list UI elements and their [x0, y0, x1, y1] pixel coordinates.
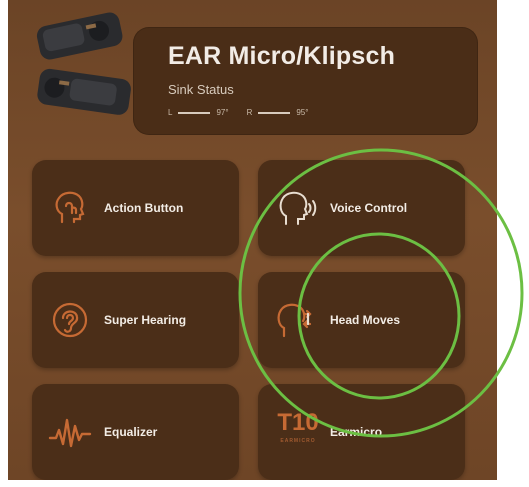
right-label: R	[246, 108, 253, 117]
right-level-bar	[258, 111, 291, 114]
tile-label: Super Hearing	[104, 313, 187, 327]
tile-equalizer[interactable]: Equalizer	[32, 384, 239, 480]
earbuds-image	[36, 12, 131, 115]
logo-subtext: EARMICRO	[280, 438, 316, 444]
tile-voice-control[interactable]: Voice Control	[258, 160, 465, 256]
t10-logo: T10 EARMICRO	[270, 408, 326, 456]
tile-label: Voice Control	[330, 201, 408, 215]
head-move-icon	[274, 298, 318, 342]
tile-label: Equalizer	[104, 425, 158, 439]
tile-label: Earmicro	[330, 425, 383, 439]
tile-label: Head Moves	[330, 313, 401, 327]
tile-earmicro[interactable]: T10 EARMICRO Earmicro	[258, 384, 465, 480]
head-touch-icon	[48, 186, 92, 230]
left-level-bar	[178, 111, 211, 114]
logo-text: T10	[277, 409, 319, 436]
tile-super-hearing[interactable]: Super Hearing	[32, 272, 239, 368]
left-value: 97°	[216, 108, 229, 117]
ear-icon	[48, 298, 92, 342]
battery-levels: L 97° R 95°	[168, 108, 308, 117]
tile-action-button[interactable]: Action Button	[32, 160, 239, 256]
device-name: EAR Micro/Klipsch	[168, 42, 396, 70]
app-screen: EAR Micro/Klipsch Sink Status L 97° R 95…	[8, 0, 497, 480]
head-voice-icon	[274, 186, 318, 230]
waveform-icon	[48, 410, 92, 454]
left-label: L	[168, 108, 173, 117]
right-value: 95°	[296, 108, 309, 117]
tile-label: Action Button	[104, 201, 184, 215]
sink-status-label: Sink Status	[168, 82, 234, 97]
tile-head-moves[interactable]: Head Moves	[258, 272, 465, 368]
